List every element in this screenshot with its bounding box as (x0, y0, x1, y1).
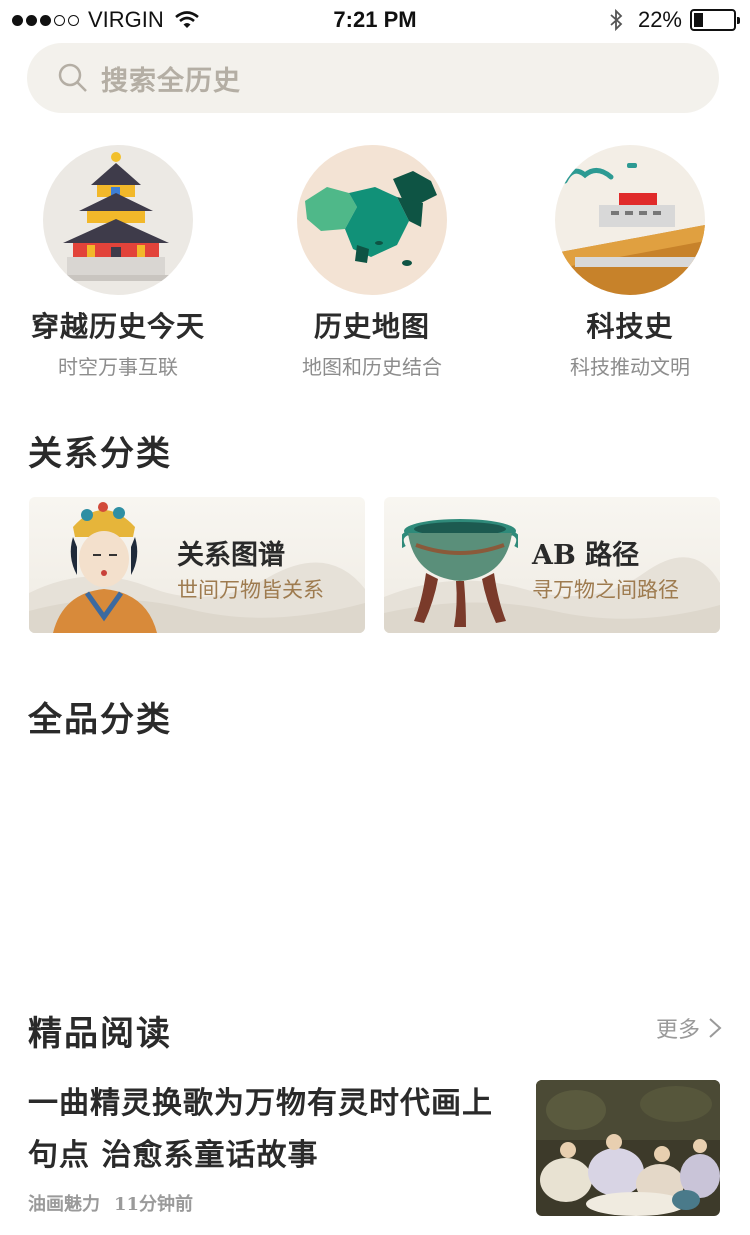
bluetooth-icon (610, 8, 623, 32)
section-heading-reading: 精品阅读 (28, 1014, 172, 1055)
feature-title: 历史地图 (313, 310, 430, 343)
feature-title: 科技史 (586, 310, 674, 343)
feature-title: 穿越历史今天 (30, 310, 205, 343)
more-label: 更多 (655, 1018, 700, 1043)
relation-card-subtitle: 寻万物之间路径 (532, 578, 679, 602)
section-heading-relations: 关系分类 (28, 434, 172, 475)
feature-history-map[interactable]: 历史地图 地图和历史结合 (252, 145, 492, 380)
feature-subtitle: 地图和历史结合 (302, 355, 442, 379)
oil-painting-thumbnail[interactable] (536, 1080, 720, 1216)
chevron-right-icon (709, 1018, 722, 1038)
article-time: 11分钟前 (114, 1194, 194, 1215)
article-title[interactable]: 一曲精灵换歌为万物有灵时代画上句点 治愈系童话故事 (28, 1078, 498, 1182)
battery-percent: 22% (637, 7, 682, 32)
relation-card-title: AB 路径 (532, 540, 640, 571)
more-link[interactable]: 更多 (656, 1012, 722, 1044)
feature-subtitle: 时空万事互联 (58, 355, 178, 379)
feature-tech-history[interactable]: 科技史 科技推动文明 (510, 145, 750, 380)
status-bar: VIRGIN 7:21 PM 22% (0, 0, 750, 40)
search-icon (58, 63, 87, 92)
battery-icon (690, 9, 740, 31)
temple-of-heaven-icon (43, 145, 193, 295)
relation-card-title: 关系图谱 (177, 540, 285, 571)
relation-card-subtitle: 世间万物皆关系 (177, 578, 324, 602)
feature-subtitle: 科技推动文明 (570, 355, 690, 379)
relation-card-path[interactable]: AB 路径 寻万物之间路径 (384, 497, 720, 633)
relation-card-graph[interactable]: 关系图谱 世间万物皆关系 (29, 497, 365, 633)
china-map-icon (297, 145, 447, 295)
feature-history-today[interactable]: 穿越历史今天 时空万事互联 (0, 145, 238, 380)
search-placeholder: 搜索全历史 (101, 65, 241, 97)
article-meta: 油画魅力 11分钟前 (28, 1190, 193, 1216)
search-bar[interactable]: 搜索全历史 (27, 43, 719, 113)
bronze-cauldron-icon (402, 519, 518, 627)
empress-portrait-icon (53, 502, 157, 633)
great-wall-icon (555, 145, 705, 295)
article-source: 油画魅力 (28, 1194, 100, 1215)
section-heading-categories: 全品分类 (28, 700, 172, 741)
